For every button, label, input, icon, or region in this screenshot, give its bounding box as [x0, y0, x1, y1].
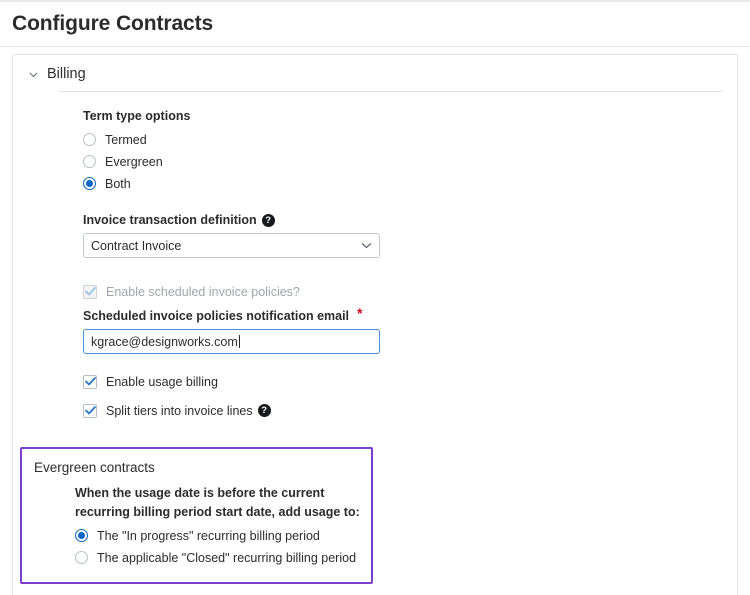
- billing-section-header[interactable]: Billing: [13, 55, 737, 91]
- radio-closed-period[interactable]: [75, 551, 88, 564]
- invoice-transaction-label: Invoice transaction definition ?: [83, 213, 737, 227]
- radio-closed-period-label: The applicable "Closed" recurring billin…: [97, 550, 357, 565]
- page-root: Configure Contracts Billing Term type op…: [0, 0, 750, 595]
- evergreen-radio-option-closed[interactable]: The applicable "Closed" recurring billin…: [75, 547, 371, 568]
- notification-email-input[interactable]: kgrace@designworks.com: [83, 329, 380, 354]
- radio-option-evergreen[interactable]: Evergreen: [83, 151, 737, 172]
- page-title: Configure Contracts: [12, 12, 214, 35]
- evergreen-description-line1: When the usage date is before the curren…: [75, 486, 325, 500]
- split-tiers-row[interactable]: Split tiers into invoice lines ?: [83, 399, 737, 422]
- radio-in-progress-period-label: The "In progress" recurring billing peri…: [97, 528, 320, 543]
- billing-form: Term type options Termed Evergreen Both …: [13, 92, 737, 422]
- usage-billing-label: Enable usage billing: [106, 374, 218, 389]
- billing-card: Billing Term type options Termed Evergre…: [12, 54, 738, 595]
- notification-email-label: Scheduled invoice policies notification …: [83, 305, 737, 323]
- split-tiers-label: Split tiers into invoice lines ?: [106, 404, 271, 418]
- help-icon[interactable]: ?: [257, 404, 271, 417]
- radio-in-progress-period[interactable]: [75, 529, 88, 542]
- billing-section-title: Billing: [47, 66, 86, 82]
- page-header: Configure Contracts: [0, 2, 750, 47]
- radio-evergreen-label: Evergreen: [105, 154, 163, 169]
- notification-email-label-text: Scheduled invoice policies notification …: [83, 309, 350, 323]
- help-icon[interactable]: ?: [261, 213, 275, 227]
- scheduled-policies-row: Enable scheduled invoice policies?: [83, 280, 737, 303]
- radio-termed-label: Termed: [105, 132, 147, 147]
- invoice-transaction-label-text: Invoice transaction definition: [83, 213, 257, 227]
- radio-option-termed[interactable]: Termed: [83, 129, 737, 150]
- term-type-label: Term type options: [83, 109, 737, 123]
- text-caret: [238, 335, 240, 348]
- split-tiers-checkbox[interactable]: [83, 403, 97, 418]
- evergreen-contracts-panel: Evergreen contracts When the usage date …: [20, 447, 373, 584]
- term-type-label-text: Term type options: [83, 109, 191, 123]
- chevron-down-icon: [27, 68, 40, 81]
- evergreen-description-line2: recurring billing period start date, add…: [75, 505, 360, 519]
- evergreen-content: When the usage date is before the curren…: [22, 475, 371, 568]
- usage-billing-row[interactable]: Enable usage billing: [83, 370, 737, 393]
- invoice-transaction-select-wrap: Contract Invoice: [83, 233, 380, 258]
- split-tiers-label-text: Split tiers into invoice lines: [106, 403, 253, 418]
- radio-both[interactable]: [83, 177, 96, 190]
- scheduled-policies-checkbox: [83, 284, 97, 299]
- invoice-transaction-value: Contract Invoice: [91, 238, 182, 253]
- radio-termed[interactable]: [83, 133, 96, 146]
- radio-option-both[interactable]: Both: [83, 173, 737, 194]
- evergreen-description: When the usage date is before the curren…: [75, 484, 371, 522]
- scheduled-policies-label: Enable scheduled invoice policies?: [106, 284, 300, 299]
- usage-billing-checkbox[interactable]: [83, 374, 97, 389]
- notification-email-value: kgrace@designworks.com: [91, 334, 238, 349]
- evergreen-title: Evergreen contracts: [34, 460, 155, 475]
- evergreen-radio-option-in-progress[interactable]: The "In progress" recurring billing peri…: [75, 525, 371, 546]
- required-marker: *: [357, 305, 363, 321]
- invoice-transaction-select[interactable]: Contract Invoice: [83, 233, 380, 258]
- radio-both-label: Both: [105, 176, 131, 191]
- radio-evergreen[interactable]: [83, 155, 96, 168]
